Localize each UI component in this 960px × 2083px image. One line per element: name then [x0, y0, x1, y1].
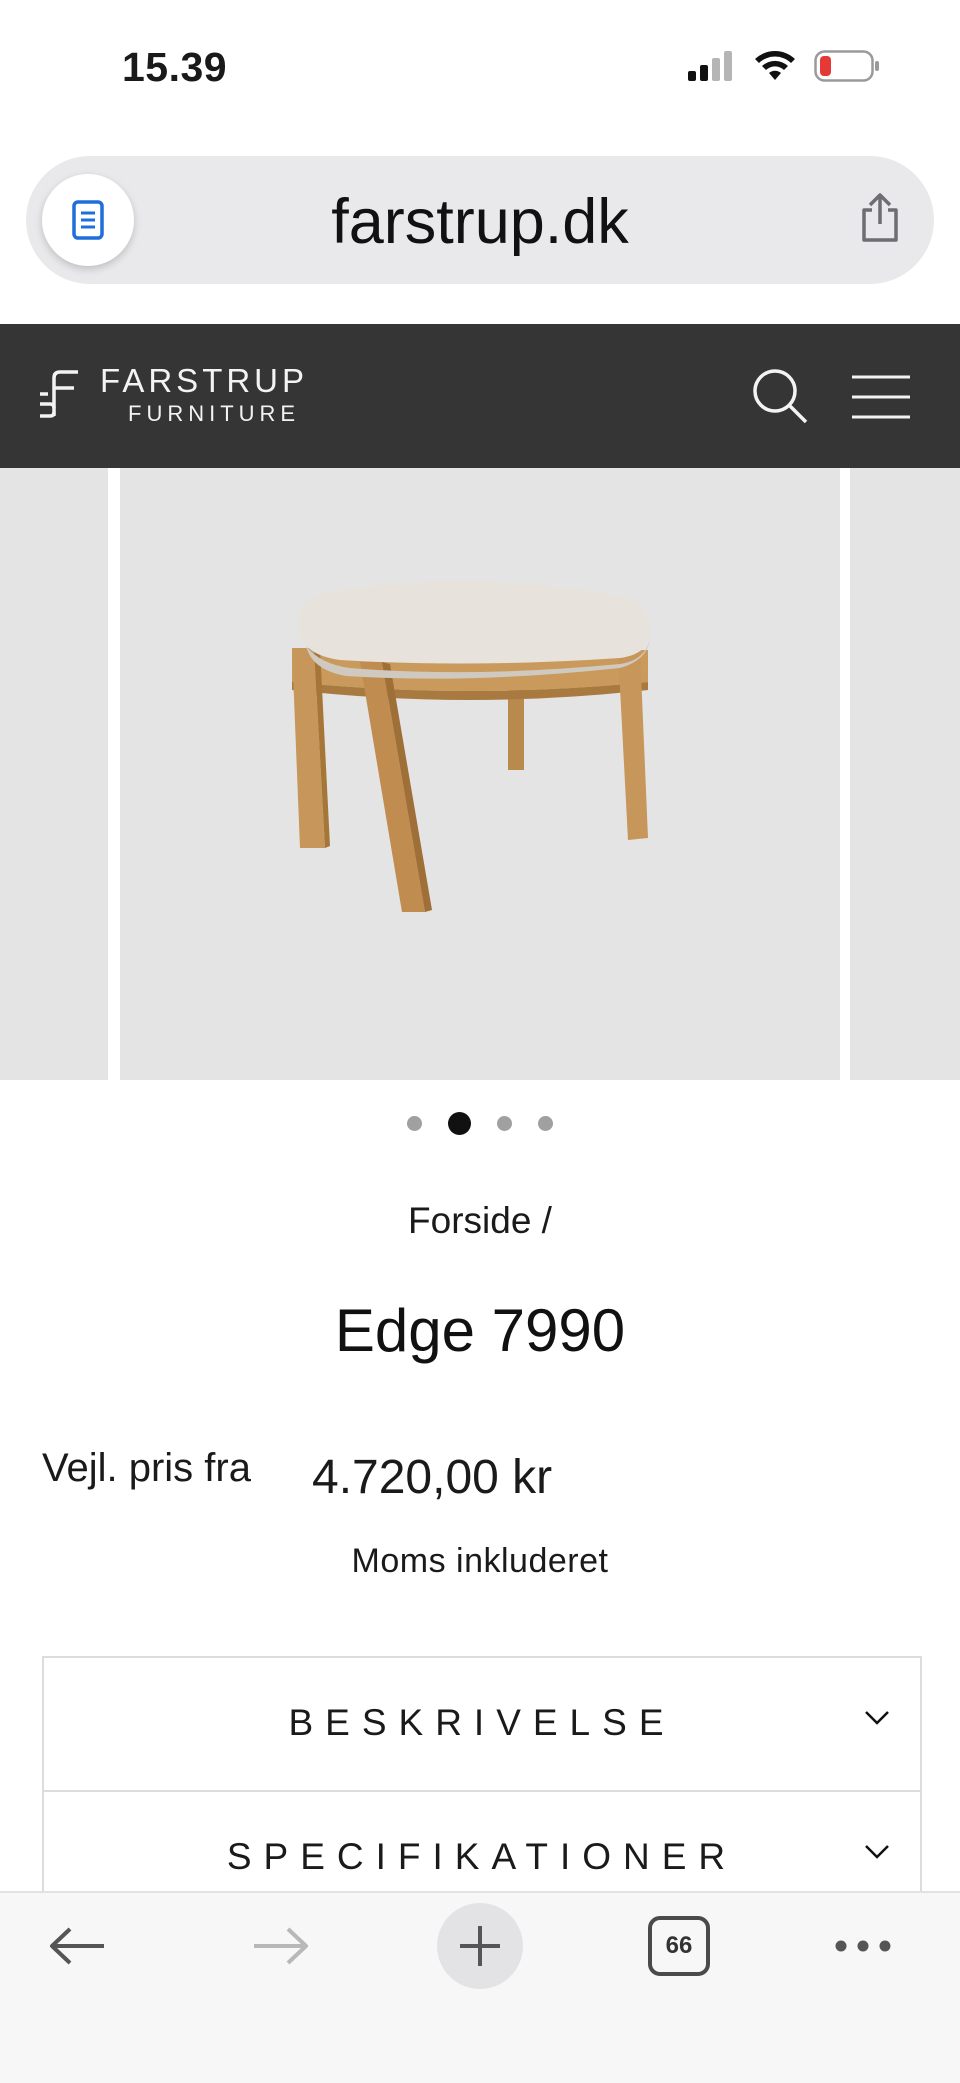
url-text[interactable]: farstrup.dk — [26, 186, 934, 258]
battery-icon — [814, 50, 879, 82]
pagination-dot-3[interactable] — [497, 1116, 512, 1131]
back-button[interactable] — [40, 1893, 114, 1999]
more-button[interactable] — [832, 1893, 894, 1999]
vat-note: Moms inkluderet — [351, 1542, 609, 1580]
tabs-count: 66 — [665, 1932, 693, 1959]
search-icon — [753, 369, 808, 424]
tabs-button[interactable]: 66 — [648, 1893, 710, 1999]
product-accordion: BESKRIVELSE SPECIFIKATIONER — [42, 1656, 922, 1926]
back-arrow-icon — [50, 1927, 104, 1965]
accordion-description[interactable]: BESKRIVELSE — [44, 1658, 920, 1792]
cellular-signal-icon — [688, 51, 732, 81]
gallery-slide-current[interactable] — [120, 468, 932, 1080]
price-value: 4.720,00 kr — [312, 1451, 553, 1504]
product-title: Edge 7990 — [334, 1297, 626, 1364]
site-header: FARSTRUP FURNITURE — [0, 324, 960, 468]
header-menu-button[interactable] — [850, 374, 912, 425]
forward-button[interactable] — [244, 1893, 318, 1999]
more-icon — [835, 1940, 891, 1952]
hamburger-menu-icon — [852, 375, 910, 419]
brand-subtitle: FURNITURE — [128, 401, 301, 426]
price-label: Vejl. pris fra — [42, 1446, 251, 1490]
accordion-label: SPECIFIKATIONER — [226, 1836, 738, 1877]
breadcrumb[interactable]: Forside / — [0, 1200, 960, 1242]
product-gallery[interactable] — [0, 468, 960, 1080]
tabs-icon: 66 — [648, 1916, 710, 1976]
share-icon — [862, 193, 898, 242]
new-tab-button[interactable] — [437, 1893, 523, 1999]
pagination-dot-4[interactable] — [538, 1116, 553, 1131]
product-image — [292, 580, 651, 912]
brand-name[interactable]: FARSTRUP — [100, 362, 308, 400]
accordion-label: BESKRIVELSE — [288, 1702, 676, 1743]
gallery-slide-previous[interactable] — [0, 468, 108, 1080]
plus-icon — [460, 1926, 500, 1966]
wifi-icon — [755, 51, 795, 80]
gallery-slide-next[interactable] — [850, 468, 960, 1080]
status-time: 15.39 — [122, 44, 228, 90]
header-search-button[interactable] — [750, 366, 810, 431]
status-icons — [688, 50, 880, 82]
address-bar[interactable]: farstrup.dk — [26, 156, 934, 284]
farstrup-logo-icon[interactable] — [38, 366, 82, 429]
pagination-dot-1[interactable] — [407, 1116, 422, 1131]
pagination-dot-2[interactable] — [448, 1112, 471, 1135]
gallery-pagination — [0, 1112, 960, 1135]
chevron-down-icon — [865, 1711, 889, 1725]
share-button[interactable] — [858, 192, 902, 249]
forward-arrow-icon — [254, 1927, 308, 1965]
chevron-down-icon — [865, 1845, 889, 1859]
browser-toolbar: 66 — [0, 1891, 960, 2083]
